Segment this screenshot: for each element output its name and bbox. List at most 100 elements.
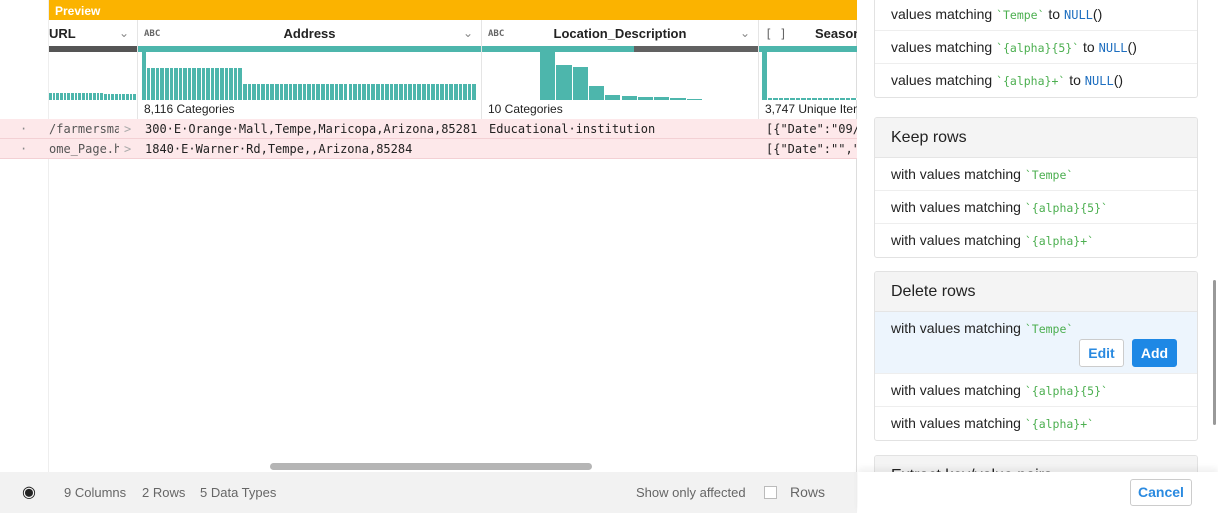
function-parens: ()	[1127, 39, 1137, 55]
cancel-button[interactable]: Cancel	[1130, 479, 1192, 506]
suggestion-item[interactable]: with values matching `{alpha}+`	[875, 224, 1197, 257]
suggestion-item[interactable]: with values matching `Tempe` Edit Add	[875, 312, 1197, 374]
delete-rows-card: Delete rows with values matching `Tempe`…	[874, 271, 1198, 441]
suggestion-item[interactable]: values matching `{alpha}+` to NULL()	[875, 64, 1197, 97]
chevron-down-icon[interactable]: ⌄	[463, 20, 473, 47]
histogram-bar[interactable]	[762, 52, 768, 100]
suggestion-item[interactable]: with values matching `{alpha}+`	[875, 407, 1197, 440]
suggestion-item[interactable]: values matching `{alpha}{5}` to NULL()	[875, 31, 1197, 64]
pattern-code: `Tempe`	[1024, 168, 1074, 182]
cell-url: /farmersma	[49, 122, 119, 136]
suggestions-panel: values matching `Tempe` to NULL() values …	[858, 0, 1218, 513]
function-name: NULL	[1098, 41, 1128, 55]
chevron-down-icon[interactable]: ⌄	[119, 20, 129, 47]
histogram-bar[interactable]	[472, 84, 477, 100]
suggestion-item[interactable]: values matching `Tempe` to NULL()	[875, 0, 1197, 31]
suggestion-text: values matching	[891, 72, 993, 88]
table-row[interactable]: · ome_Page.h > 1840·E·Warner·Rd,Tempe,,A…	[0, 139, 857, 159]
histogram-bar[interactable]	[637, 96, 655, 100]
panel-footer: Cancel	[858, 472, 1218, 513]
pattern-code: `Tempe`	[1024, 322, 1074, 336]
cell-address: 1840·E·Warner·Rd,Tempe,,Arizona,85284	[145, 142, 413, 156]
data-grid-panel: Preview URL ⌄ ABC Address ⌄ 8,116 Categorie…	[0, 0, 857, 513]
suggestion-text: with values matching	[891, 199, 1021, 215]
function-parens: ()	[1092, 6, 1103, 22]
column-count: 9 Columns	[64, 485, 127, 500]
card-title: Keep rows	[875, 118, 1197, 158]
suggestion-text: values matching	[891, 6, 993, 22]
add-button[interactable]: Add	[1132, 339, 1177, 367]
show-affected-rows-checkbox[interactable]	[764, 486, 777, 499]
cell-season: [{"Date":"","	[766, 142, 857, 156]
cell-location: Educational·institution	[489, 122, 656, 136]
column-location-description[interactable]: ABC Location_Description ⌄ 10 Categories	[482, 20, 759, 119]
suggestion-item[interactable]: with values matching `Tempe`	[875, 158, 1197, 191]
column-title: Location_Description	[553, 26, 687, 41]
chevron-down-icon[interactable]: ⌄	[740, 20, 750, 47]
histogram-bar[interactable]	[670, 97, 687, 100]
histogram-bar[interactable]	[851, 98, 857, 100]
eye-icon[interactable]: ◉	[22, 472, 36, 513]
histogram-bar[interactable]	[605, 94, 622, 100]
function-name: NULL	[1064, 8, 1093, 22]
rows-checkbox-label: Rows	[790, 484, 826, 500]
suggestion-text: with values matching	[891, 320, 1021, 336]
histogram-bar[interactable]	[686, 98, 703, 100]
suggestion-item[interactable]: with values matching `{alpha}{5}`	[875, 374, 1197, 407]
edit-button[interactable]: Edit	[1079, 339, 1124, 367]
suggestion-text: with values matching	[891, 382, 1021, 398]
pattern-code: `{alpha}{5}`	[1024, 384, 1108, 398]
pattern-code: `{alpha}{5}`	[996, 41, 1080, 55]
chevron-right-icon[interactable]: >	[124, 139, 131, 159]
column-address[interactable]: ABC Address ⌄ 8,116 Categories	[138, 20, 482, 119]
category-count: 8,116 Categories	[144, 102, 235, 116]
cell-address: 300·E·Orange·Mall,Tempe,Maricopa,Arizona…	[145, 122, 478, 136]
histogram-bar[interactable]	[588, 86, 606, 100]
horizontal-scrollbar[interactable]	[270, 463, 592, 470]
histogram-bar[interactable]	[621, 95, 638, 100]
histogram-bar[interactable]	[654, 96, 671, 100]
pattern-code: `Tempe`	[996, 8, 1045, 22]
suggestion-text: values matching	[891, 39, 993, 55]
suggestion-text: with values matching	[891, 166, 1021, 182]
string-type-icon: ABC	[488, 29, 505, 39]
histogram-bar[interactable]	[133, 94, 137, 100]
column-season[interactable]: [ ] Season 3,747 Unique Items	[759, 20, 857, 119]
pattern-code: `{alpha}+`	[1024, 417, 1095, 431]
histogram-bar[interactable]	[556, 64, 573, 100]
histogram-bar[interactable]	[540, 52, 557, 100]
cell-url: ome_Page.h	[49, 142, 119, 156]
card-title: Delete rows	[875, 272, 1197, 312]
column-url[interactable]: URL ⌄	[49, 20, 138, 119]
vertical-scrollbar[interactable]	[1213, 280, 1216, 425]
suggestion-item[interactable]: with values matching `{alpha}{5}`	[875, 191, 1197, 224]
chevron-right-icon[interactable]: >	[124, 119, 131, 139]
data-type-count: 5 Data Types	[200, 485, 277, 500]
pattern-code: `{alpha}+`	[996, 74, 1066, 88]
cell-season: [{"Date":"09/	[766, 122, 857, 136]
histogram	[49, 52, 137, 102]
keep-rows-card: Keep rows with values matching `Tempe` wi…	[874, 117, 1198, 258]
status-footer: ◉ 9 Columns 2 Rows 5 Data Types Show onl…	[0, 472, 857, 513]
category-count: 3,747 Unique Items	[765, 102, 857, 116]
histogram	[142, 52, 477, 102]
suggestion-text: with values matching	[891, 415, 1021, 431]
row-marker: ·	[20, 142, 28, 156]
suggestion-text: to	[1083, 39, 1095, 55]
row-marker: ·	[20, 122, 28, 136]
column-title: Season	[815, 26, 857, 41]
table-row[interactable]: · /farmersma > 300·E·Orange·Mall,Tempe,M…	[0, 119, 857, 139]
histogram-bar[interactable]	[572, 67, 589, 100]
row-count: 2 Rows	[142, 485, 186, 500]
pattern-code: `{alpha}{5}`	[1024, 201, 1108, 215]
histogram	[762, 52, 857, 102]
column-title: URL	[49, 26, 76, 41]
function-name: NULL	[1084, 74, 1114, 88]
function-parens: ()	[1113, 72, 1124, 88]
array-type-icon: [ ]	[765, 27, 787, 41]
show-affected-label: Show only affected	[636, 485, 746, 500]
suggestion-text: with values matching	[891, 232, 1021, 248]
suggestion-text: to	[1069, 72, 1081, 88]
category-count: 10 Categories	[488, 102, 563, 116]
row-gutter	[0, 0, 49, 472]
